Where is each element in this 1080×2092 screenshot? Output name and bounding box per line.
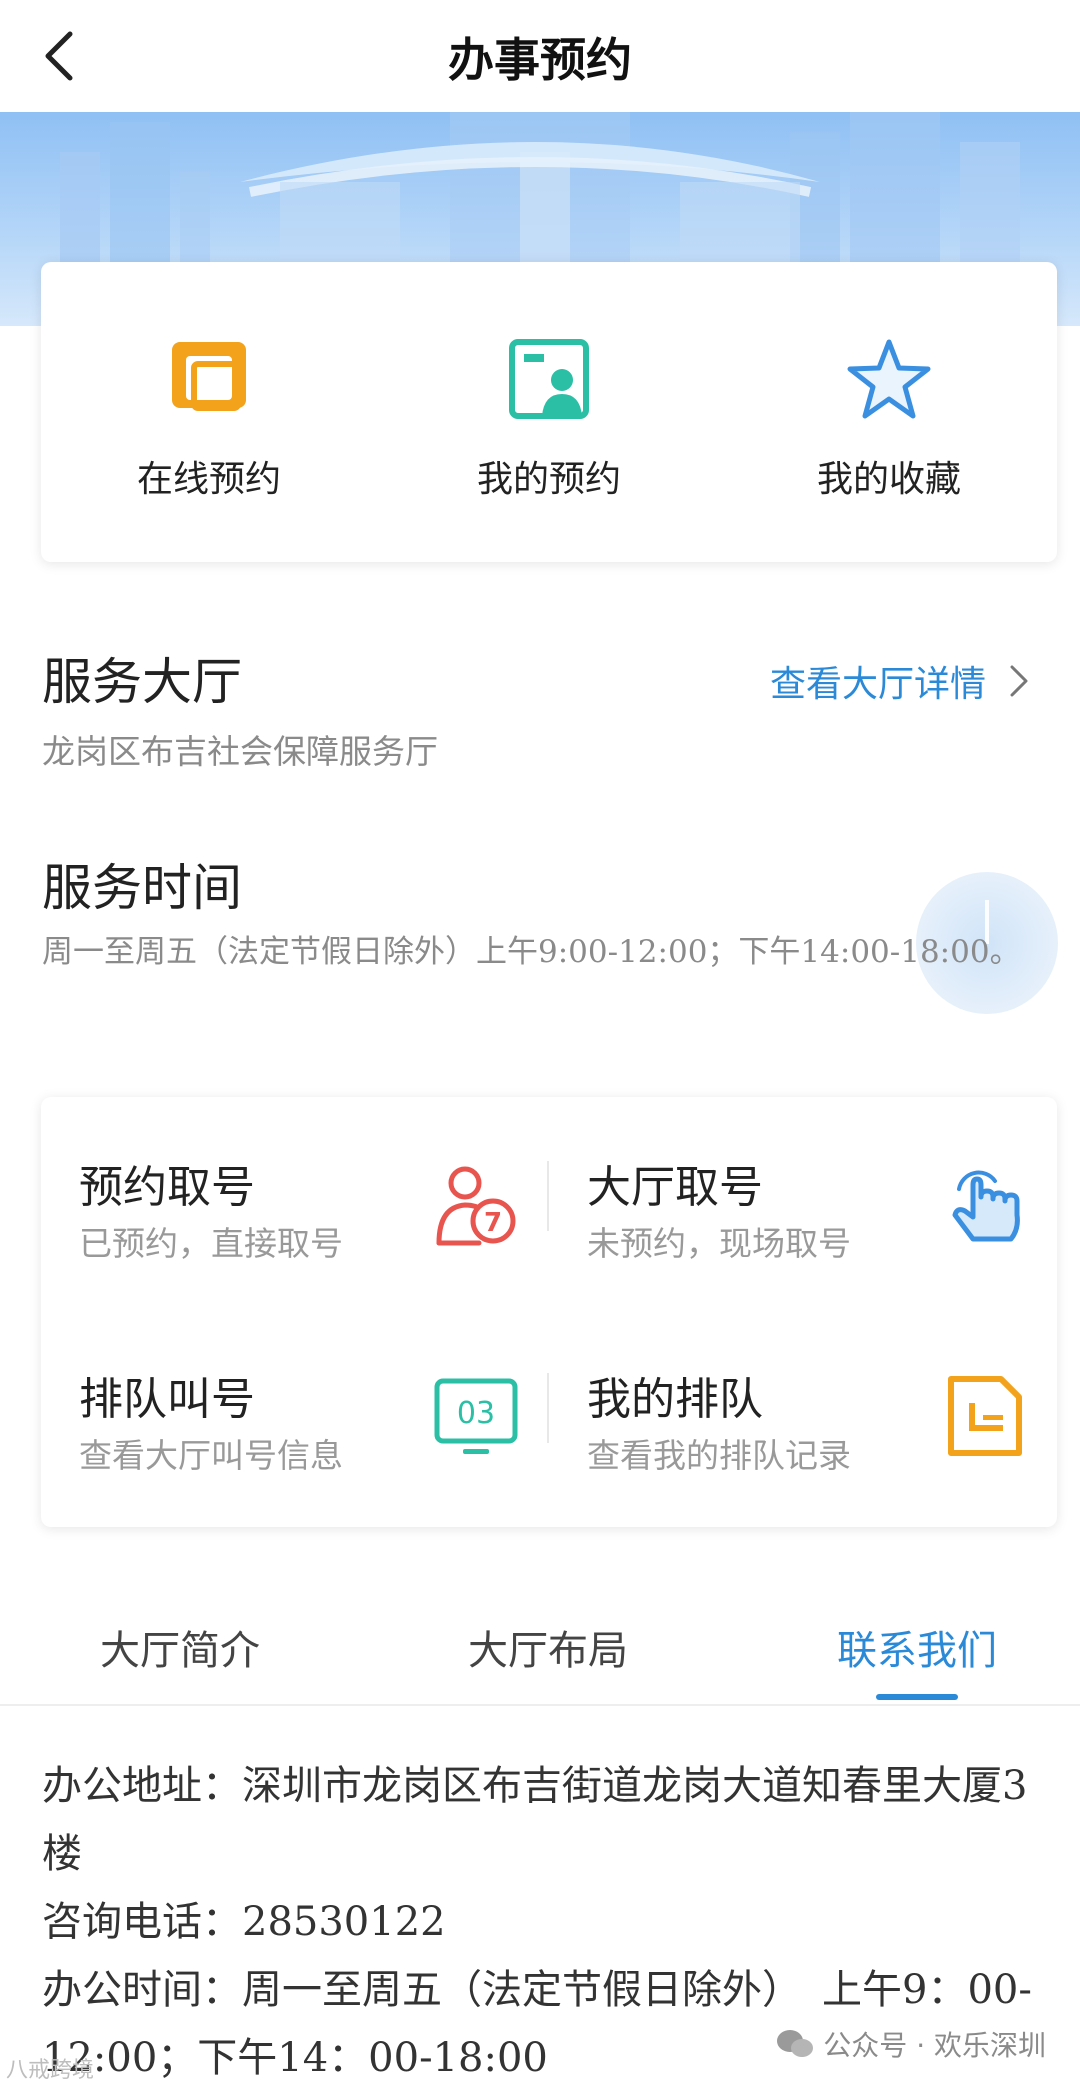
quick-action-online-booking[interactable]: 在线预约 [59, 334, 359, 502]
tile-hall-ticket[interactable]: 大厅取号 未预约，现场取号 [549, 1097, 1049, 1297]
tile-title: 大厅取号 [587, 1162, 763, 1213]
tap-hand-icon [952, 1170, 1020, 1242]
contact-address: 办公地址：深圳市龙岗区布吉街道龙岗大道知春里大厦3楼 [42, 1752, 1042, 1888]
wechat-icon [777, 2030, 814, 2057]
watermark-left: 八戒跨境 [6, 2058, 95, 2083]
online-booking-icon [172, 342, 246, 411]
service-time-text: 周一至周五（法定节假日除外）上午9:00-12:00；下午14:00-18:00… [42, 934, 1021, 970]
page-title: 办事预约 [448, 33, 632, 87]
chevron-right-icon [1010, 665, 1028, 697]
hall-info-tabs: 大厅简介 大厅布局 联系我们 [0, 1598, 1080, 1706]
badge-number: 7 [484, 1208, 502, 1238]
tile-subtitle: 未预约，现场取号 [587, 1224, 851, 1263]
address-label: 办公地址： [42, 1763, 242, 1809]
tab-contact-us[interactable]: 联系我们 [767, 1618, 1067, 1676]
tile-my-queue[interactable]: 我的排队 查看我的排队记录 [549, 1309, 1049, 1509]
watermark: 公众号 · 欢乐深圳 [775, 2024, 1046, 2064]
service-time-title: 服务时间 [42, 859, 242, 917]
active-tab-indicator [876, 1694, 958, 1700]
quick-action-label: 在线预约 [136, 459, 281, 500]
tile-title: 我的排队 [587, 1374, 763, 1425]
top-bar: 办事预约 [0, 0, 1080, 112]
phone-value[interactable]: 28530122 [242, 1899, 446, 1945]
tile-title: 排队叫号 [79, 1374, 255, 1425]
service-hall-name: 龙岗区布吉社会保障服务厅 [42, 732, 438, 771]
quick-actions-card: 在线预约 我的预约 我的收藏 [41, 262, 1057, 562]
quick-action-label: 我的收藏 [816, 459, 961, 500]
screen-number: 03 [457, 1396, 495, 1431]
view-hall-details-link[interactable]: 查看大厅详情 [770, 655, 1030, 707]
quick-action-favorites[interactable]: 我的收藏 [739, 334, 1039, 502]
person-number-7-icon: 7 [436, 1166, 516, 1246]
service-hall-title: 服务大厅 [42, 653, 242, 711]
hours-label: 办公时间： [42, 1967, 242, 2013]
tile-subtitle: 查看大厅叫号信息 [79, 1436, 343, 1475]
tile-title: 预约取号 [79, 1162, 255, 1213]
tab-hall-intro[interactable]: 大厅简介 [30, 1618, 330, 1676]
contact-phone: 咨询电话：28530122 [42, 1888, 1042, 1956]
view-hall-details-label: 查看大厅详情 [769, 664, 986, 705]
monitor-03-icon: 03 [434, 1378, 518, 1454]
tile-subtitle: 查看我的排队记录 [587, 1436, 851, 1475]
my-booking-icon [509, 339, 589, 419]
quick-action-label: 我的预约 [476, 459, 621, 500]
tile-queue-calling[interactable]: 排队叫号 查看大厅叫号信息 03 [41, 1309, 541, 1509]
phone-label: 咨询电话： [42, 1899, 242, 1945]
tab-hall-layout[interactable]: 大厅布局 [398, 1618, 698, 1676]
watermark-text: 公众号 · 欢乐深圳 [823, 2029, 1046, 2062]
star-icon [847, 339, 931, 419]
quick-action-my-booking[interactable]: 我的预约 [399, 334, 699, 502]
tile-booking-ticket[interactable]: 预约取号 已预约，直接取号 7 [41, 1097, 541, 1297]
tile-subtitle: 已预约，直接取号 [79, 1224, 343, 1263]
document-icon [948, 1376, 1022, 1456]
queue-services-card: 预约取号 已预约，直接取号 7 大厅取号 未预约，现场取号 排队叫号 查看大厅叫… [41, 1097, 1057, 1527]
